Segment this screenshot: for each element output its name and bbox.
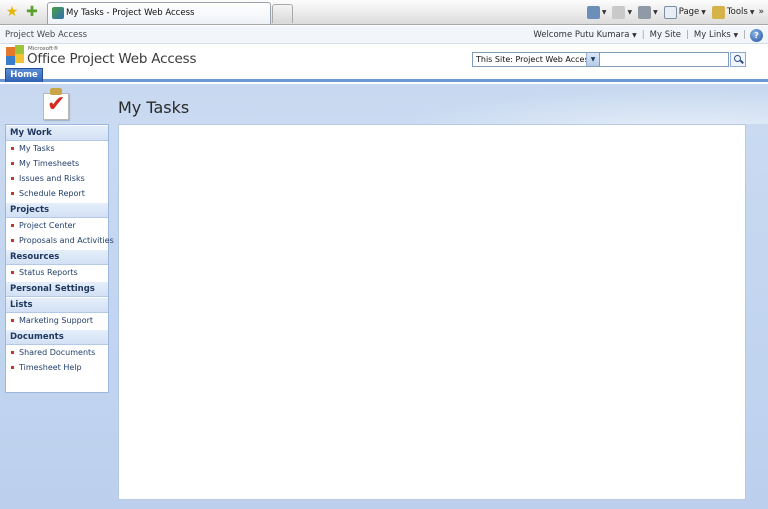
divider: | [686,30,689,40]
ql-item-shared-documents[interactable]: Shared Documents [6,345,108,360]
bullet-icon [11,192,14,195]
ql-heading-my-work[interactable]: My Work [6,125,108,141]
welcome-menu[interactable]: Welcome Putu Kumara ▼ [533,30,636,40]
page-menu-button[interactable]: Page ▼ [662,4,708,20]
ql-item-project-center[interactable]: Project Center [6,218,108,233]
feeds-button[interactable]: ▼ [610,4,634,20]
page-menu-label: Page [678,7,700,17]
bullet-icon [11,351,14,354]
quick-launch: My Work My Tasks My Timesheets Issues an… [5,124,114,393]
tab-home[interactable]: Home [5,68,43,82]
ql-heading-personal-settings[interactable]: Personal Settings [6,281,108,297]
search-scope-select[interactable]: This Site: Project Web Access ▼ [472,52,600,67]
search-button[interactable] [730,52,746,67]
divider: | [743,30,746,40]
page-title: My Tasks [118,98,190,117]
tools-menu-label: Tools [726,7,748,17]
page-icon [663,5,677,19]
bullet-icon [11,271,14,274]
home-button[interactable]: ▼ [585,4,609,20]
command-bar: ▼ ▼ ▼ Page ▼ Tools ▼ » [585,4,764,20]
site-logo-text: Office Project Web Access [27,51,197,67]
ql-heading-projects[interactable]: Projects [6,202,108,218]
ql-item-issues-and-risks[interactable]: Issues and Risks [6,171,108,186]
ql-item-timesheet-help[interactable]: Timesheet Help [6,360,108,375]
chevron-down-icon: ▼ [733,32,739,39]
toolbar-overflow-button[interactable]: » [758,7,764,17]
bullet-icon [11,162,14,165]
page-favicon-icon [52,7,64,19]
global-links-bar: Project Web Access Welcome Putu Kumara ▼… [0,26,768,44]
divider: | [641,30,645,40]
search-input[interactable] [600,52,729,67]
ql-heading-resources[interactable]: Resources [6,249,108,265]
my-links-menu[interactable]: My Links ▼ [694,30,738,40]
gear-icon [711,5,725,19]
tasks-checklist-icon: ✔ [40,87,72,121]
print-icon [638,5,652,19]
chevron-down-icon: ▼ [653,8,658,16]
browser-tab-title: My Tasks - Project Web Access [66,8,195,18]
search-scope-value: This Site: Project Web Access [476,55,593,64]
chevron-down-icon: ▼ [701,8,706,16]
print-button[interactable]: ▼ [636,4,660,20]
bullet-icon [11,147,14,150]
ql-item-my-timesheets[interactable]: My Timesheets [6,156,108,171]
chevron-down-icon: ▼ [601,8,607,16]
bullet-icon [11,366,14,369]
browser-tab[interactable]: My Tasks - Project Web Access [47,2,271,24]
bullet-icon [11,224,14,227]
feed-icon [612,5,626,19]
top-links: Welcome Putu Kumara ▼ | My Site | My Lin… [533,30,746,40]
help-icon[interactable]: ? [750,29,763,42]
home-icon [586,5,600,19]
site-breadcrumb[interactable]: Project Web Access [5,30,87,40]
bullet-icon [11,239,14,242]
chevron-down-icon: ▼ [632,32,637,39]
favorites-star-icon[interactable]: ★ [4,4,20,20]
ql-item-marketing-support[interactable]: Marketing Support [6,313,108,328]
header-swoosh [360,84,768,124]
chevron-down-icon: ▼ [627,8,633,16]
chevron-down-icon[interactable]: ▼ [586,53,599,66]
bullet-icon [11,177,14,180]
chevron-down-icon: ▼ [749,8,755,16]
top-nav-bar [0,69,768,82]
ql-item-status-reports[interactable]: Status Reports [6,265,108,280]
tools-menu-button[interactable]: Tools ▼ [710,4,757,20]
ql-item-schedule-report[interactable]: Schedule Report [6,186,108,201]
bullet-icon [11,319,14,322]
ql-item-proposals-and-activities[interactable]: Proposals and Activities [6,233,114,248]
office-logo-icon [6,45,26,65]
main-content-panel [118,124,746,500]
ql-item-my-tasks[interactable]: My Tasks [6,141,108,156]
add-favorites-icon[interactable]: ✚ [24,4,40,20]
ql-heading-documents[interactable]: Documents [6,329,108,345]
my-site-link[interactable]: My Site [650,30,681,40]
ql-heading-lists[interactable]: Lists [6,297,108,313]
new-tab-button[interactable] [272,4,293,23]
